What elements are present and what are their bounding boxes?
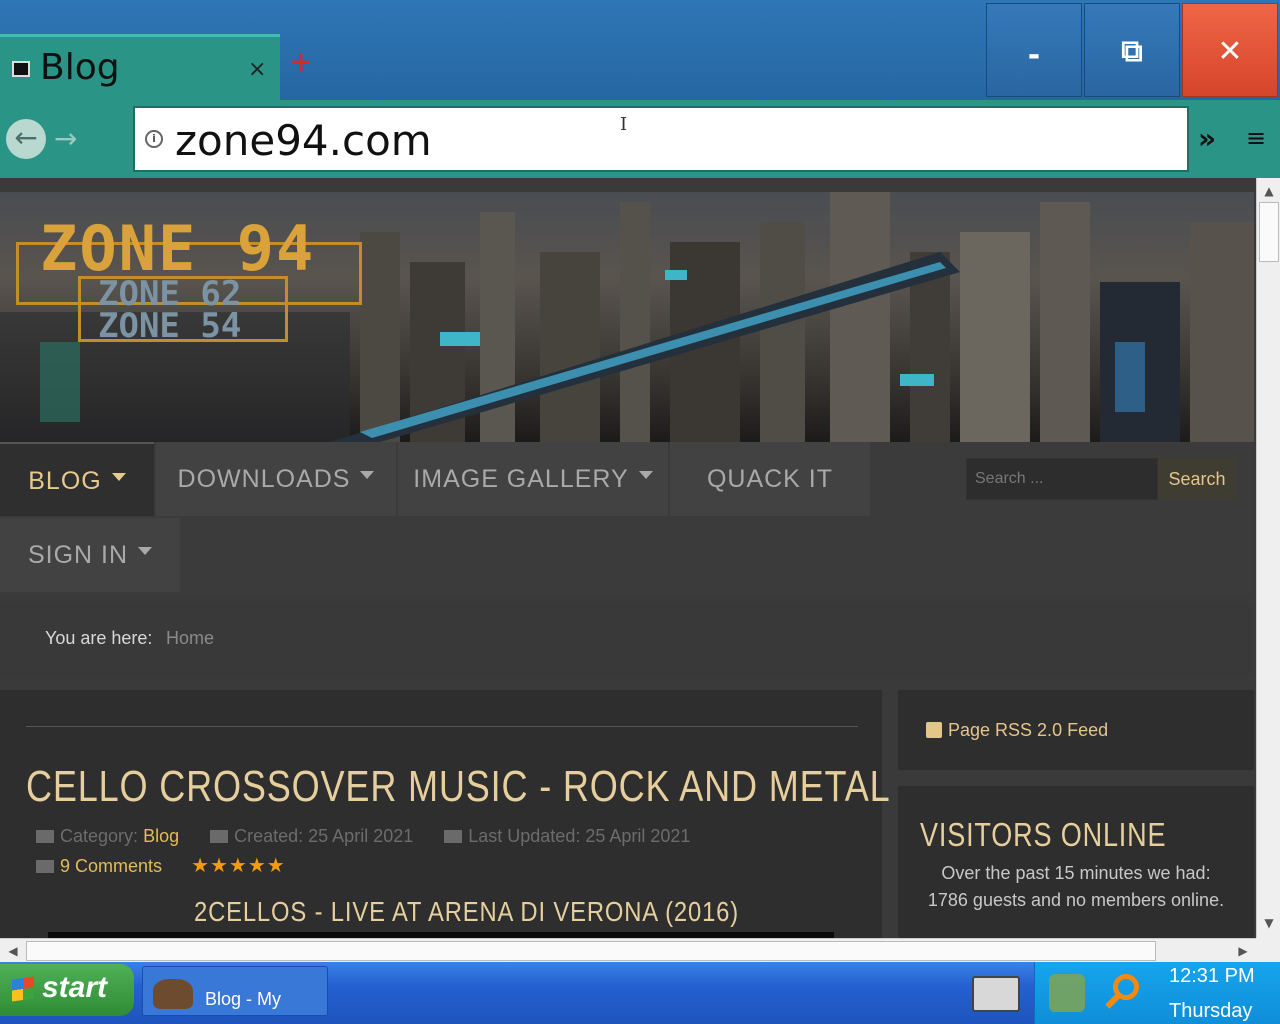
nav-item-label: DOWNLOADS xyxy=(177,465,351,493)
address-bar[interactable]: i zone94.com xyxy=(133,106,1189,172)
updated-date: Last Updated: 25 April 2021 xyxy=(468,826,691,846)
page-viewport: ZONE 94 ZONE 62 ZONE 54 BLOG DOWNLOADS I… xyxy=(0,178,1256,938)
breadcrumb-home-link[interactable]: Home xyxy=(166,628,214,649)
site-main-nav: BLOG DOWNLOADS IMAGE GALLERY QUACK IT SI… xyxy=(0,442,1254,594)
category-label: Category: xyxy=(60,826,139,846)
start-label: start xyxy=(42,971,108,1004)
minimize-button[interactable]: - xyxy=(986,3,1082,97)
browser-toolbar: ← → i zone94.com » ≡ xyxy=(0,100,1280,178)
site-search-button[interactable]: Search xyxy=(1158,458,1236,500)
scroll-up-arrow-icon[interactable]: ▲ xyxy=(1259,180,1279,202)
breadcrumb-label: You are here: xyxy=(45,628,153,648)
rss-feed-module: Page RSS 2.0 Feed xyxy=(898,690,1254,770)
visitors-text: Over the past 15 minutes we had: 1786 gu… xyxy=(927,863,1225,910)
horizontal-scroll-thumb[interactable] xyxy=(26,941,1156,961)
system-tray: 12:31 PM Thursday xyxy=(1034,962,1280,1024)
article-meta: Category: Blog Created: 25 April 2021 La… xyxy=(36,826,856,880)
search-icon[interactable] xyxy=(1101,972,1141,1012)
dropdown-caret-icon xyxy=(638,471,653,479)
taskbar-item-label: Blog - My xyxy=(205,989,282,1009)
video-title: 2CELLOS - LIVE AT ARENA DI VERONA (2016) xyxy=(194,896,740,927)
vertical-scroll-thumb[interactable] xyxy=(1259,202,1279,262)
raccoon-app-icon xyxy=(153,979,193,1009)
rss-feed-link[interactable]: Page RSS 2.0 Feed xyxy=(948,720,1108,741)
visitors-title: VISITORS ONLINE xyxy=(920,816,1167,853)
restore-button[interactable]: ⧉ xyxy=(1084,3,1180,97)
nav-item-label: QUACK IT xyxy=(706,465,834,493)
scrollbar-corner xyxy=(1256,938,1280,962)
on-screen-keyboard-icon[interactable] xyxy=(972,976,1020,1012)
restore-icon: ⧉ xyxy=(1121,34,1143,69)
nav-item-downloads[interactable]: DOWNLOADS xyxy=(156,442,396,516)
rss-icon xyxy=(926,722,942,738)
nav-item-label: SIGN IN xyxy=(27,541,129,569)
article: CELLO CROSSOVER MUSIC - ROCK AND METAL C… xyxy=(0,690,890,938)
comments-icon xyxy=(36,860,54,873)
forward-button[interactable]: → xyxy=(54,122,77,155)
back-button[interactable]: ← xyxy=(6,119,46,159)
horizontal-scrollbar[interactable]: ◀ ▶ xyxy=(0,938,1256,962)
scroll-right-arrow-icon[interactable]: ▶ xyxy=(1232,941,1254,961)
scroll-down-arrow-icon[interactable]: ▼ xyxy=(1259,912,1279,934)
dropdown-caret-icon xyxy=(111,473,126,481)
category-link[interactable]: Blog xyxy=(143,826,179,846)
dropdown-caret-icon xyxy=(360,471,375,479)
taskbar-item-browser[interactable]: Blog - My xyxy=(142,966,328,1016)
new-tab-button[interactable]: + xyxy=(289,48,312,76)
nav-item-label: BLOG xyxy=(28,467,102,495)
minimize-icon: - xyxy=(1027,38,1041,73)
clock-day: Thursday xyxy=(1169,1000,1253,1022)
nav-item-image-gallery[interactable]: IMAGE GALLERY xyxy=(398,442,668,516)
text-cursor-icon: I xyxy=(620,114,628,135)
url-text[interactable]: zone94.com xyxy=(175,116,432,165)
calendar-icon xyxy=(444,830,463,843)
scroll-left-arrow-icon[interactable]: ◀ xyxy=(2,941,24,961)
nav-item-sign-in[interactable]: SIGN IN xyxy=(0,518,180,592)
overflow-chevron-icon[interactable]: » xyxy=(1198,122,1216,155)
hamburger-menu-icon[interactable]: ≡ xyxy=(1246,124,1266,152)
nav-item-label: IMAGE GALLERY xyxy=(413,465,629,493)
calendar-icon xyxy=(210,830,229,843)
taskbar: start Blog - My 12:31 PM Thursday xyxy=(0,962,1280,1024)
nav-item-quack-it[interactable]: QUACK IT xyxy=(670,442,870,516)
dropdown-caret-icon xyxy=(138,547,153,555)
network-icon[interactable] xyxy=(1049,974,1085,1012)
tab-close-icon[interactable]: × xyxy=(248,57,266,82)
clock-time[interactable]: 12:31 PM xyxy=(1169,965,1255,988)
site-search-input[interactable]: Search ... xyxy=(966,458,1158,500)
header-banner-image: ZONE 94 ZONE 62 ZONE 54 xyxy=(0,192,1254,442)
tab-title: Blog xyxy=(40,47,120,88)
site-logo-zone54: ZONE 54 xyxy=(98,306,242,346)
divider xyxy=(26,726,858,727)
visitors-online-module: VISITORS ONLINE Over the past 15 minutes… xyxy=(898,786,1254,938)
comments-link[interactable]: 9 Comments xyxy=(60,856,162,876)
browser-tab[interactable]: Blog × xyxy=(0,34,280,100)
vertical-scrollbar[interactable]: ▲ ▼ xyxy=(1256,178,1280,938)
browser-title-bar: Blog × + - ⧉ ✕ xyxy=(0,0,1280,100)
close-icon: ✕ xyxy=(1217,34,1243,69)
breadcrumb: You are here: Home xyxy=(0,604,1254,676)
start-button[interactable]: start xyxy=(0,964,134,1016)
rating-stars[interactable]: ★★★★★ xyxy=(191,855,286,877)
created-date: Created: 25 April 2021 xyxy=(234,826,414,846)
site-info-icon[interactable]: i xyxy=(145,130,163,148)
close-window-button[interactable]: ✕ xyxy=(1182,3,1278,97)
page-favicon-icon xyxy=(12,61,30,77)
article-title[interactable]: CELLO CROSSOVER MUSIC - ROCK AND METAL xyxy=(26,762,890,812)
windows-logo-icon xyxy=(12,976,34,1002)
folder-icon xyxy=(36,830,54,843)
nav-item-blog[interactable]: BLOG xyxy=(0,442,154,516)
